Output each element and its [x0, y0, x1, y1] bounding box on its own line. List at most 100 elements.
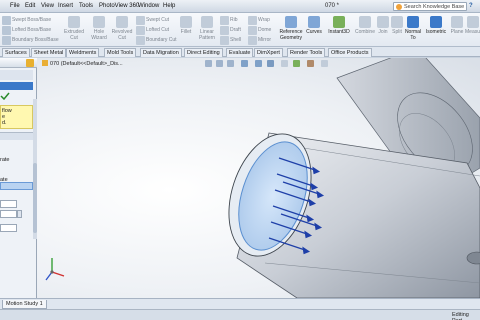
value-field-2[interactable]: [0, 210, 17, 218]
boundary-boss-button[interactable]: Boundary Boss/Base: [12, 37, 59, 43]
tab-mold-tools[interactable]: Mold Tools: [104, 48, 137, 57]
label: Cut: [118, 35, 126, 41]
graphics-area[interactable]: 070 (Default<<Default>_Dis...: [37, 58, 480, 298]
swept-cut-button[interactable]: Swept Cut: [146, 17, 169, 23]
revolved-cut-icon: [116, 16, 128, 28]
lofted-boss-button[interactable]: Lofted Boss/Base: [12, 27, 51, 33]
label: Wizard: [91, 35, 107, 41]
menu-photoview[interactable]: PhotoView 360: [99, 3, 139, 9]
menu-file[interactable]: File: [10, 3, 20, 9]
command-manager: Swept Boss/Base Lofted Boss/Base Boundar…: [0, 13, 480, 47]
value-field-3[interactable]: [0, 224, 17, 232]
tab-surfaces[interactable]: Surfaces: [2, 48, 30, 57]
normal-to-icon: [407, 16, 419, 28]
tab-direct-editing[interactable]: Direct Editing: [184, 48, 223, 57]
join-button[interactable]: Join: [376, 16, 390, 35]
value-field-1[interactable]: [0, 200, 17, 208]
message-box: flow e d.: [0, 105, 33, 129]
coordinate-triad: [45, 258, 65, 281]
label: Measu: [465, 29, 480, 35]
isometric-button[interactable]: Isometric: [423, 16, 449, 35]
search-icon: [396, 4, 402, 10]
fillet-icon: [180, 16, 192, 28]
swept-boss-button[interactable]: Swept Boss/Base: [12, 17, 51, 23]
tab-weldments[interactable]: Weldments: [66, 48, 100, 57]
tab-dimxpert[interactable]: DimXpert: [254, 48, 283, 57]
shell-button[interactable]: Shell: [230, 37, 241, 43]
tab-office-products[interactable]: Office Products: [328, 48, 372, 57]
panel-section-bar[interactable]: [0, 82, 33, 90]
menu-help[interactable]: Help: [163, 3, 175, 9]
value-spinner[interactable]: [17, 210, 22, 218]
linear-pattern-icon: [201, 16, 213, 28]
boundary-cut-button[interactable]: Boundary Cut: [146, 37, 177, 43]
selection-box[interactable]: [0, 182, 33, 190]
lofted-boss-icon: [2, 26, 11, 35]
menu-tools[interactable]: Tools: [79, 3, 93, 9]
reference-geometry-button[interactable]: Reference Geometry: [277, 16, 305, 41]
split-button[interactable]: Split: [390, 16, 404, 35]
label: Split: [392, 29, 402, 35]
mirror-button[interactable]: Mirror: [258, 37, 271, 43]
combine-icon: [359, 16, 371, 28]
reference-geometry-icon: [285, 16, 297, 28]
model-view: [45, 58, 480, 298]
status-bar: Editing Part: [0, 309, 480, 320]
menu-view[interactable]: View: [41, 3, 54, 9]
menu-edit[interactable]: Edit: [25, 3, 35, 9]
tab-data-migration[interactable]: Data Migration: [140, 48, 182, 57]
help-icon[interactable]: ?: [469, 3, 473, 9]
tab-evaluate[interactable]: Evaluate: [226, 48, 254, 57]
join-icon: [377, 16, 389, 28]
rib-icon: [220, 16, 229, 25]
panel-section-header[interactable]: [0, 132, 33, 140]
draft-button[interactable]: Draft: [230, 27, 241, 33]
instant3d-icon: [333, 16, 345, 28]
instant3d-button[interactable]: Instant3D: [326, 16, 352, 35]
status-text: Editing Part: [452, 312, 469, 320]
rib-button[interactable]: Rib: [230, 17, 238, 23]
wrap-button[interactable]: Wrap: [258, 17, 270, 23]
label: Join: [378, 29, 388, 35]
curves-button[interactable]: Curves: [304, 16, 324, 35]
hole-wizard-button[interactable]: Hole Wizard: [87, 16, 111, 41]
extruded-cut-icon: [68, 16, 80, 28]
isometric-icon: [430, 16, 442, 28]
extruded-cut-button[interactable]: Extruded Cut: [62, 16, 86, 41]
split-icon: [391, 16, 403, 28]
dome-icon: [248, 26, 257, 35]
normal-to-button[interactable]: Normal To: [404, 16, 422, 41]
lofted-cut-button[interactable]: Lofted Cut: [146, 27, 169, 33]
search-input[interactable]: Search Knowledge Base: [393, 2, 467, 11]
swept-cut-icon: [136, 16, 145, 25]
rate-label: rate: [0, 157, 10, 163]
boundary-boss-icon: [2, 36, 11, 45]
plane-icon: [451, 16, 463, 28]
curves-icon: [308, 16, 320, 28]
property-manager-panel: flow e d. rate ate: [0, 58, 37, 298]
measure-button[interactable]: Measu: [465, 16, 480, 35]
menu-insert[interactable]: Insert: [58, 3, 73, 9]
hole-wizard-icon: [93, 16, 105, 28]
label: Curves: [306, 29, 322, 35]
draft-icon: [220, 26, 229, 35]
tab-motion-study[interactable]: Motion Study 1: [2, 300, 47, 309]
menu-window[interactable]: Window: [138, 3, 159, 9]
mirror-icon: [248, 36, 257, 45]
combine-button[interactable]: Combine: [353, 16, 377, 35]
label: Fillet: [180, 29, 192, 35]
measure-icon: [466, 16, 479, 28]
property-manager-icon[interactable]: [26, 59, 34, 67]
ok-icon[interactable]: [0, 92, 10, 101]
dome-button[interactable]: Dome: [258, 27, 271, 33]
boundary-cut-icon: [136, 36, 145, 45]
label: Cut: [70, 35, 78, 41]
fillet-button[interactable]: Fillet: [177, 16, 195, 35]
revolved-cut-button[interactable]: Revolved Cut: [110, 16, 134, 41]
title-bar: File Edit View Insert Tools PhotoView 36…: [0, 0, 480, 13]
tab-render-tools[interactable]: Render Tools: [287, 48, 326, 57]
label: Pattern: [198, 35, 216, 41]
linear-pattern-button[interactable]: Linear Pattern: [196, 16, 218, 41]
plane-button[interactable]: Plane: [449, 16, 465, 35]
tab-sheet-metal[interactable]: Sheet Metal: [31, 48, 67, 57]
